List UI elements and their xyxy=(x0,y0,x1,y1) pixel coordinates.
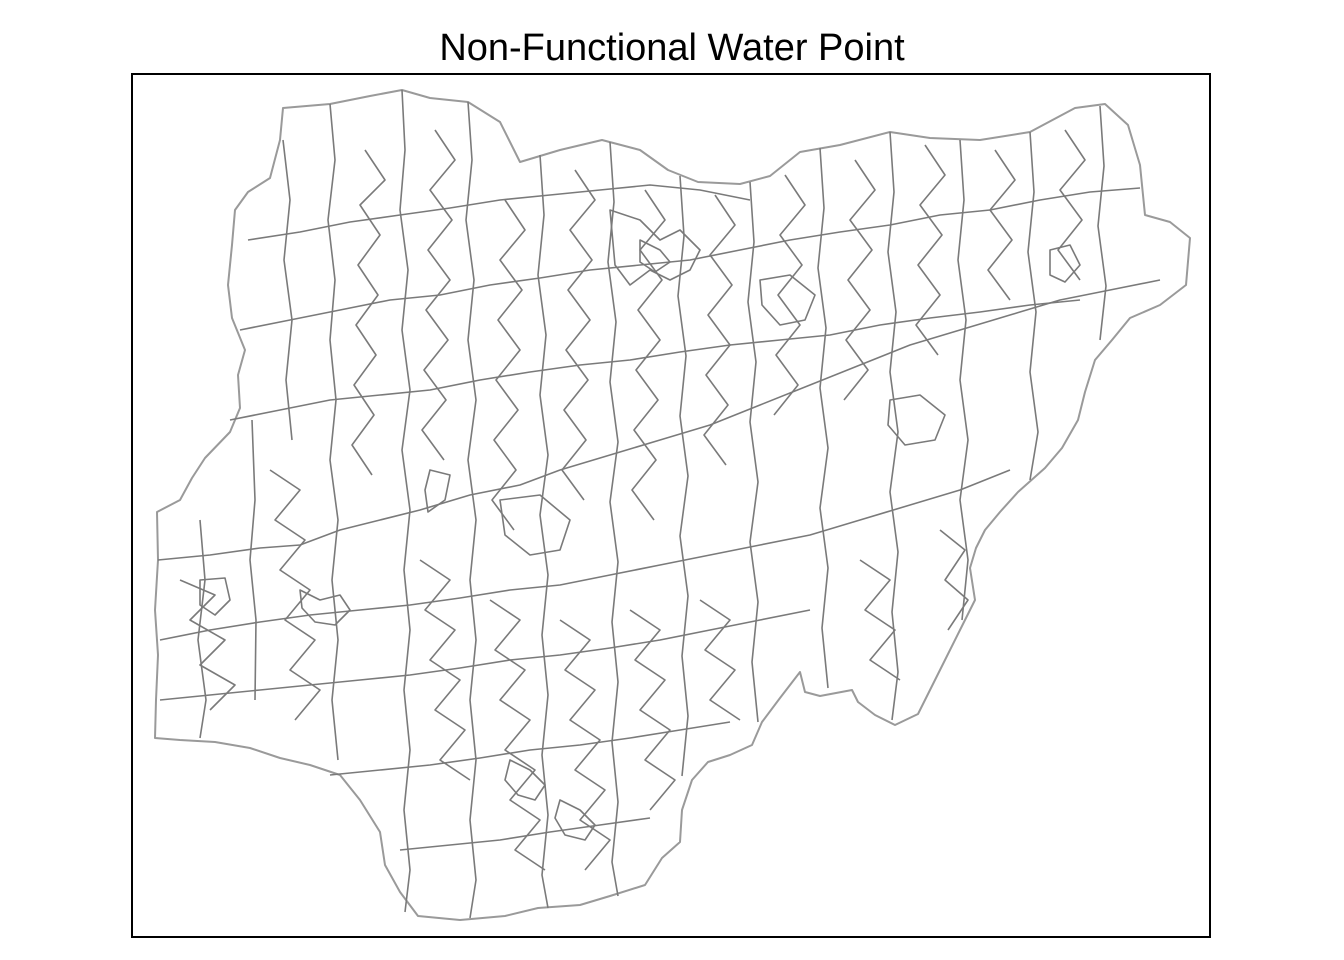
nigeria-map xyxy=(154,89,1191,921)
country-outline xyxy=(154,89,1191,921)
